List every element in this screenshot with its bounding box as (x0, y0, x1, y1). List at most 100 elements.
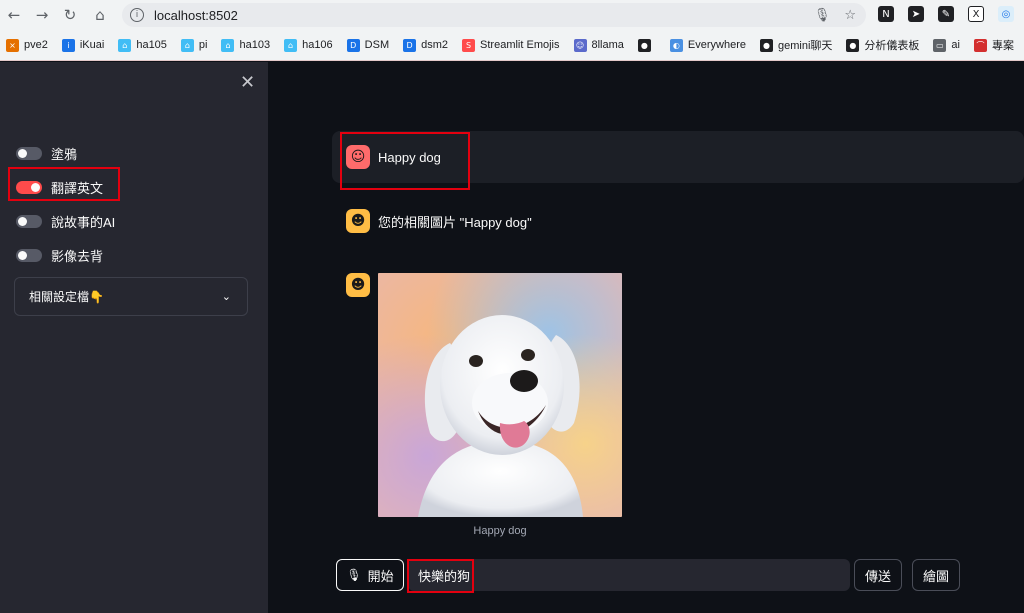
assistant-message-text: 您的相關圖片 "Happy dog" (378, 214, 532, 230)
main-chat: ☺ Happy dog ☻ 您的相關圖片 "Happy dog" ☻ Happy… (268, 62, 1024, 613)
reload-icon[interactable]: ↻ (58, 3, 82, 27)
bookmark-icon: ⌒ (973, 38, 987, 52)
toggle-label: 塗鴉 (51, 147, 78, 162)
toggle-label: 翻譯英文 (51, 181, 104, 196)
bookmark-item[interactable]: Ddsm2 (403, 38, 449, 52)
toggle-label: 影像去背 (51, 249, 104, 264)
bookmark-item[interactable]: S Streamlit Emojis (462, 38, 560, 52)
bookmark-icon: D (346, 38, 360, 52)
forward-icon[interactable]: → (30, 3, 54, 27)
start-button-label: 開始 (367, 568, 394, 584)
bookmark-label: pve2 (24, 39, 48, 51)
edit-icon[interactable]: ✎ (938, 6, 954, 22)
toggle-storyteller-ai[interactable]: 說故事的AI (16, 212, 115, 231)
bookmark-label: 分析儀表板 (864, 40, 920, 52)
bookmark-item[interactable]: ● gemini聊天 (759, 37, 833, 53)
telegram-icon[interactable]: ➤ (908, 6, 924, 22)
sidebar: ✕ 塗鴉 翻譯英文 說故事的AI 影像去背 相關設定檔👇 ⌄ (0, 62, 268, 613)
home-icon[interactable]: ⌂ (88, 3, 112, 27)
bookmark-label: ha105 (136, 39, 167, 51)
bookmark-label: dsm2 (421, 39, 449, 51)
bookmark-label: iKuai (79, 39, 105, 51)
bookmarks-bar: × pve2 i iKuai ⌂ ha105 ⌂ pi ⌂ ha103 ⌂ ha106 D DSM Ddsm… (0, 30, 1024, 61)
site-info-icon[interactable]: i (130, 8, 144, 22)
bookmark-icon: ◐ (669, 38, 683, 52)
bookmark-label: Everywhere (687, 39, 746, 51)
bookmark-item[interactable]: ⌒ 專案 (973, 37, 1014, 53)
bot-avatar-icon: ☻ (346, 209, 370, 233)
toggle-translate-english[interactable]: 翻譯英文 (16, 178, 103, 197)
bookmark-item[interactable]: × pve2 (6, 38, 48, 52)
extensions: N ➤ ✎ X ◎ (878, 6, 1014, 22)
draw-button[interactable]: 繪圖 (912, 559, 960, 591)
bot-avatar-icon: ☻ (346, 273, 370, 297)
prompt-input[interactable]: 快樂的狗 (408, 559, 850, 591)
toggle-switch[interactable] (16, 215, 42, 228)
bookmark-icon: ☺ (573, 38, 587, 52)
excel-icon[interactable]: X (968, 6, 984, 22)
bookmark-label: gemini聊天 (777, 40, 833, 52)
bookmark-icon: ● (759, 38, 773, 52)
generated-dog-image (378, 273, 622, 517)
user-avatar-icon: ☺ (346, 145, 370, 169)
toggle-remove-background[interactable]: 影像去背 (16, 246, 103, 265)
extension-icon[interactable]: ◎ (998, 6, 1014, 22)
toggle-switch[interactable] (16, 181, 42, 194)
bookmark-icon: ▭ (933, 38, 947, 52)
bookmark-icon: i (61, 38, 75, 52)
toggle-switch[interactable] (16, 147, 42, 160)
bookmark-label: DSM (364, 39, 390, 51)
input-row: 🎙 開始 快樂的狗 傳送 繪圖 (336, 559, 964, 593)
address-bar[interactable]: i localhost:8502 🎙 ☆ (122, 3, 866, 27)
back-icon[interactable]: ← (2, 3, 26, 27)
prompt-input-value: 快樂的狗 (418, 568, 471, 584)
bookmark-icon: D (403, 38, 417, 52)
send-button[interactable]: 傳送 (854, 559, 902, 591)
toggle-label: 說故事的AI (51, 215, 116, 230)
bookmark-label: pi (198, 39, 208, 51)
bookmark-icon: ⌂ (221, 38, 235, 52)
bookmark-item[interactable]: ◐ Everywhere (669, 38, 746, 52)
bookmark-icon: S (462, 38, 476, 52)
bookmark-item[interactable]: ⌂ ha106 (284, 38, 333, 52)
bookmark-item[interactable]: ⌂ ha105 (118, 38, 167, 52)
user-message-text: Happy dog (378, 149, 441, 165)
microphone-icon: 🎙 (346, 568, 362, 582)
expander-label: 相關設定檔👇 (29, 290, 104, 304)
bookmark-star-icon[interactable]: ☆ (844, 8, 856, 23)
bookmark-item[interactable]: D DSM (346, 38, 390, 52)
user-message: ☺ Happy dog (332, 131, 1024, 183)
assistant-message: ☻ 您的相關圖片 "Happy dog" (346, 209, 532, 233)
bookmark-label: 專案 (991, 40, 1014, 52)
bookmark-label: Streamlit Emojis (480, 39, 560, 51)
notion-icon[interactable]: N (878, 6, 894, 22)
bookmark-icon: ⌂ (118, 38, 132, 52)
bookmark-icon: × (6, 38, 19, 52)
bookmark-item[interactable]: i iKuai (61, 38, 105, 52)
bookmark-item[interactable]: ⌂ pi (180, 38, 208, 52)
browser-toolbar: ← → ↻ ⌂ i localhost:8502 🎙 ☆ N ➤ ✎ X ◎ (0, 0, 1024, 30)
toggle-switch[interactable] (16, 249, 42, 262)
start-recording-button[interactable]: 🎙 開始 (336, 559, 404, 591)
image-caption: Happy dog (473, 525, 527, 537)
bookmark-label: 8llama (591, 39, 624, 51)
toggle-graffiti[interactable]: 塗鴉 (16, 144, 77, 163)
bookmark-item[interactable]: ● 分析儀表板 (846, 37, 919, 53)
assistant-image-message: ☻ (346, 273, 378, 297)
bookmark-item[interactable]: ☺ 8llama (573, 38, 624, 52)
bookmark-label: ha103 (239, 39, 271, 51)
bookmark-label: ha106 (302, 39, 333, 51)
chevron-down-icon: ⌄ (221, 290, 231, 303)
bookmark-icon: ⌂ (284, 38, 298, 52)
bookmark-icon: ● (637, 38, 651, 52)
bookmark-icon: ⌂ (180, 38, 194, 52)
settings-expander[interactable]: 相關設定檔👇 ⌄ (14, 277, 248, 316)
close-sidebar-icon[interactable]: ✕ (240, 72, 255, 93)
bookmark-icon: ● (846, 38, 860, 52)
url-text: localhost:8502 (154, 7, 238, 23)
microphone-icon[interactable]: 🎙 (814, 8, 831, 23)
bookmark-item[interactable]: ▭ ai (933, 38, 960, 52)
bookmark-label: ai (951, 39, 960, 51)
bookmark-item[interactable]: ⌂ ha103 (221, 38, 271, 52)
bookmark-item[interactable]: ● (637, 38, 656, 52)
